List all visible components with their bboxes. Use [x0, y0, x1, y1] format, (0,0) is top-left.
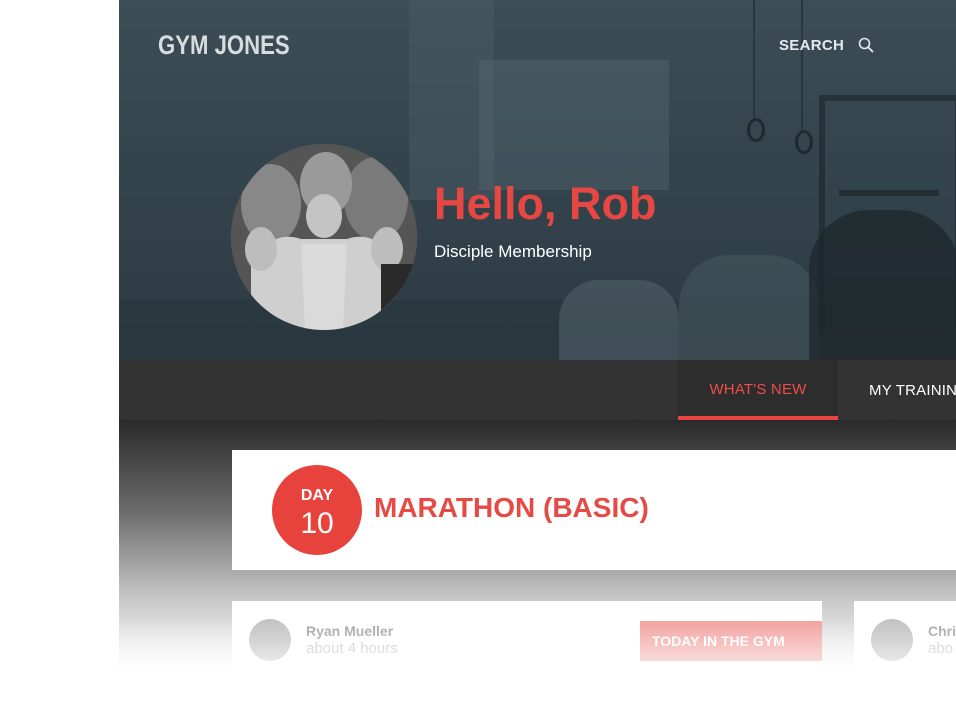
author-avatar[interactable] [871, 619, 913, 661]
hero-bg-athlete [679, 255, 819, 360]
hero-bg-ring [747, 118, 765, 142]
post-timestamp: about 4 hours [306, 640, 398, 657]
greeting-heading: Hello, Rob [434, 178, 657, 229]
tab-my-training[interactable]: MY TRAININ [838, 360, 956, 420]
post-card[interactable]: Chri abo [854, 601, 956, 676]
main-nav: WHAT'S NEW MY TRAININ [119, 360, 956, 420]
day-number: 10 [300, 507, 334, 540]
hero-bg-athlete [809, 210, 956, 360]
gym-jones-logo[interactable]: GYM JONES [158, 30, 290, 61]
hero-bg-rack-bar [839, 190, 939, 196]
tab-whats-new[interactable]: WHAT'S NEW [678, 360, 838, 420]
search-icon [858, 37, 874, 53]
day-badge: DAY 10 [272, 465, 362, 555]
search-label: SEARCH [779, 36, 845, 54]
workout-title[interactable]: MARATHON (BASIC) [374, 492, 649, 524]
hero-banner: GYM JONES SEARCH Hello, Rob Disciple Mem… [119, 0, 956, 360]
hero-bg-rope [801, 0, 803, 130]
search-button[interactable]: SEARCH [779, 35, 874, 55]
profile-photo [231, 144, 417, 330]
day-label: DAY [300, 487, 334, 504]
post-card[interactable]: Ryan Mueller about 4 hours TODAY IN THE … [232, 601, 822, 676]
hero-bg-window [479, 60, 669, 190]
author-avatar[interactable] [249, 619, 291, 661]
hero-bg-rope [753, 0, 755, 118]
post-author[interactable]: Ryan Mueller [306, 623, 393, 639]
post-author[interactable]: Chri [928, 623, 956, 639]
feed-area: DAY 10 MARATHON (BASIC) Ryan Mueller abo… [119, 420, 956, 676]
post-timestamp: abo [928, 640, 954, 657]
app-window: GYM JONES SEARCH Hello, Rob Disciple Mem… [119, 0, 956, 676]
hero-bg-ring [795, 130, 813, 154]
workout-day-card[interactable]: DAY 10 MARATHON (BASIC) [232, 450, 956, 570]
profile-avatar[interactable] [231, 144, 417, 330]
membership-label: Disciple Membership [434, 242, 592, 261]
hero-bg-athlete [559, 280, 679, 360]
post-category-tag[interactable]: TODAY IN THE GYM [640, 621, 822, 661]
